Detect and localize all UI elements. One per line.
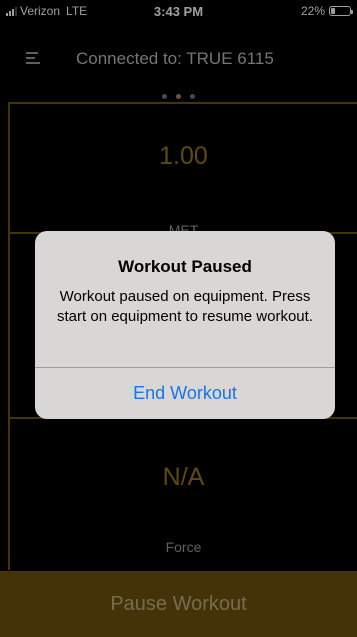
- alert-message: Workout paused on equipment. Press start…: [57, 288, 313, 325]
- end-workout-button[interactable]: End Workout: [35, 368, 335, 419]
- alert-title: Workout Paused: [118, 257, 252, 276]
- workout-paused-alert: Workout Paused Workout paused on equipme…: [35, 231, 335, 419]
